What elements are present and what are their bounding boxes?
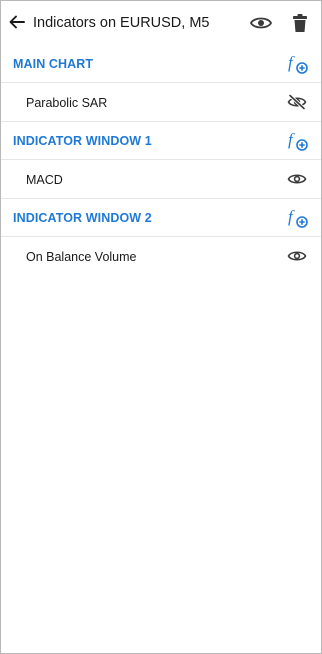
section-title: MAIN CHART [13,57,94,71]
section-main-chart: MAIN CHART f [1,45,321,83]
section-title: INDICATOR WINDOW 1 [13,134,152,148]
app-header: Indicators on EURUSD, M5 [1,1,321,45]
trash-icon[interactable] [290,12,310,34]
section-indicator-window-1: INDICATOR WINDOW 1 f [1,122,321,160]
page-title: Indicators on EURUSD, M5 [33,15,210,31]
eye-icon[interactable] [287,171,307,187]
back-arrow-icon[interactable] [7,12,27,32]
indicator-row-macd[interactable]: MACD [1,160,321,199]
indicators-screen: Indicators on EURUSD, M5 MAIN CHART f Pa… [0,0,322,654]
eye-off-icon[interactable] [287,94,307,110]
indicator-row-parabolic-sar[interactable]: Parabolic SAR [1,83,321,122]
eye-icon[interactable] [287,248,307,264]
function-add-icon[interactable]: f [287,130,309,152]
section-title: INDICATOR WINDOW 2 [13,211,152,225]
indicator-label: Parabolic SAR [26,96,108,110]
function-add-icon[interactable]: f [287,207,309,229]
svg-text:f: f [288,53,295,72]
indicator-row-on-balance-volume[interactable]: On Balance Volume [1,237,321,275]
indicator-label: On Balance Volume [26,250,137,264]
section-indicator-window-2: INDICATOR WINDOW 2 f [1,199,321,237]
svg-text:f: f [288,207,295,226]
eye-icon[interactable] [249,12,273,34]
svg-text:f: f [288,130,295,149]
function-add-icon[interactable]: f [287,53,309,75]
indicator-label: MACD [26,173,63,187]
